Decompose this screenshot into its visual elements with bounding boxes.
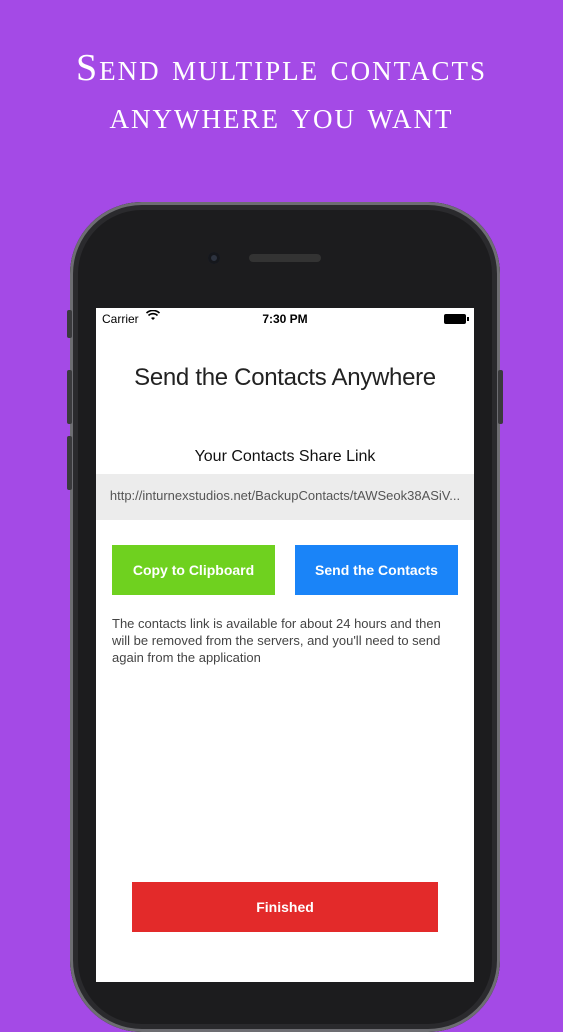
- marketing-headline: Send multiple contacts anywhere you want: [0, 44, 563, 140]
- share-link-label: Your Contacts Share Link: [194, 448, 376, 465]
- headline-line-2: anywhere you want: [109, 95, 454, 137]
- volume-up-button: [67, 370, 72, 424]
- app-screen: Carrier 7:30 PM Send the Contacts Anywhe…: [96, 308, 474, 982]
- info-text: The contacts link is available for about…: [112, 616, 441, 665]
- volume-down-button: [67, 436, 72, 490]
- power-button: [498, 370, 503, 424]
- share-link-field[interactable]: http://inturnexstudios.net/BackupContact…: [96, 474, 474, 520]
- share-link-text: http://inturnexstudios.net/BackupContact…: [109, 488, 461, 503]
- status-bar: Carrier 7:30 PM: [96, 308, 474, 330]
- status-time: 7:30 PM: [262, 312, 308, 326]
- phone-frame: Carrier 7:30 PM Send the Contacts Anywhe…: [67, 202, 503, 1032]
- copy-to-clipboard-button[interactable]: Copy to Clipboard: [112, 545, 275, 595]
- speaker-grille: [249, 254, 321, 262]
- camera-icon: [208, 252, 220, 264]
- finished-button[interactable]: Finished: [132, 882, 438, 932]
- battery-icon: [444, 314, 469, 324]
- page-title: Send the Contacts Anywhere: [134, 364, 436, 391]
- mute-switch: [67, 310, 72, 338]
- headline-line-1: Send multiple contacts: [76, 47, 487, 89]
- send-contacts-button[interactable]: Send the Contacts: [295, 545, 458, 595]
